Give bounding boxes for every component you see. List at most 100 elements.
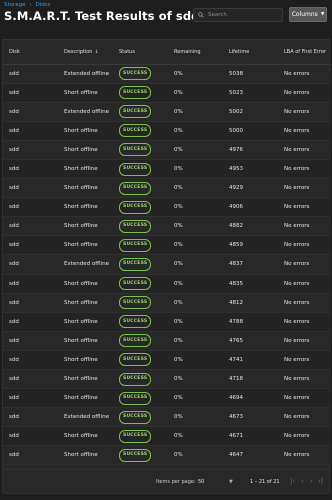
cell-remaining: 0%: [168, 407, 223, 428]
chevron-down-icon[interactable]: ▼: [229, 479, 233, 485]
cell-lba-first-error: No errors: [278, 159, 331, 180]
smart-results-table: Disk Description ↓ Status Remaining Lifet…: [3, 40, 331, 466]
cell-status: SUCCESS: [113, 426, 168, 447]
cell-disk: sdd: [3, 407, 58, 428]
table-row: sdd Short offline SUCCESS 0% 4741 No errors: [3, 350, 331, 371]
cell-description: Short offline: [58, 388, 113, 409]
status-badge: SUCCESS: [119, 353, 152, 367]
cell-remaining: 0%: [168, 312, 223, 332]
status-badge: SUCCESS: [119, 257, 152, 271]
cell-description: Extended offline: [58, 64, 113, 84]
cell-status: SUCCESS: [113, 312, 168, 332]
cell-status: SUCCESS: [113, 445, 168, 466]
cell-status: SUCCESS: [113, 350, 168, 371]
cell-description: Extended offline: [58, 254, 113, 275]
cell-description: Short offline: [58, 426, 113, 447]
status-badge: SUCCESS: [119, 410, 152, 424]
cell-disk: sdd: [3, 331, 58, 351]
table-row: sdd Short offline SUCCESS 0% 4882 No errors: [3, 216, 331, 237]
cell-lifetime: 5002: [223, 102, 278, 122]
cell-remaining: 0%: [168, 426, 223, 447]
cell-remaining: 0%: [168, 350, 223, 371]
cell-remaining: 0%: [168, 445, 223, 466]
paginator: Items per page: 50 ▼ 1 – 21 of 21 |‹ ‹ ›…: [2, 470, 330, 494]
cell-lifetime: 4929: [223, 178, 278, 199]
cell-remaining: 0%: [168, 102, 223, 122]
breadcrumb-disks-link[interactable]: Disks: [36, 2, 51, 8]
cell-status: SUCCESS: [113, 121, 168, 141]
cell-lifetime: 4741: [223, 350, 278, 371]
status-badge: SUCCESS: [119, 448, 152, 462]
table-row: sdd Short offline SUCCESS 0% 5023 No errors: [3, 83, 331, 103]
cell-disk: sdd: [3, 140, 58, 160]
chevron-down-icon: ▼: [320, 12, 325, 17]
items-per-page-select[interactable]: 50: [198, 479, 204, 485]
status-badge: SUCCESS: [119, 181, 152, 195]
column-header-status[interactable]: Status: [113, 40, 168, 65]
cell-lba-first-error: No errors: [278, 369, 331, 390]
first-page-icon[interactable]: |‹: [290, 478, 295, 485]
table-row: sdd Short offline SUCCESS 0% 4835 No errors: [3, 274, 331, 294]
cell-disk: sdd: [3, 369, 58, 390]
status-badge: SUCCESS: [119, 143, 152, 157]
cell-remaining: 0%: [168, 121, 223, 141]
status-badge: SUCCESS: [119, 429, 152, 443]
column-header-remaining[interactable]: Remaining: [168, 40, 223, 65]
cell-lifetime: 5000: [223, 121, 278, 141]
previous-page-icon[interactable]: ‹: [301, 478, 304, 485]
sort-arrow-down-icon: ↓: [94, 48, 99, 55]
page-range-label: 1 – 21 of 21: [250, 479, 280, 485]
cell-lifetime: 5038: [223, 64, 278, 84]
cell-disk: sdd: [3, 312, 58, 332]
cell-disk: sdd: [3, 102, 58, 122]
search-box[interactable]: [193, 8, 283, 22]
cell-lifetime: 4671: [223, 426, 278, 447]
cell-description: Short offline: [58, 369, 113, 390]
column-header-disk[interactable]: Disk: [3, 40, 58, 65]
table-row: sdd Short offline SUCCESS 0% 4906 No errors: [3, 197, 331, 218]
cell-disk: sdd: [3, 216, 58, 237]
cell-lifetime: 5023: [223, 83, 278, 103]
breadcrumb-storage-link[interactable]: Storage: [4, 2, 26, 8]
cell-remaining: 0%: [168, 64, 223, 84]
table-row: sdd Extended offline SUCCESS 0% 5002 No error…: [3, 102, 331, 122]
table-row: sdd Short offline SUCCESS 0% 4694 No errors: [3, 388, 331, 409]
status-badge: SUCCESS: [119, 86, 152, 100]
cell-status: SUCCESS: [113, 274, 168, 294]
cell-status: SUCCESS: [113, 197, 168, 218]
cell-disk: sdd: [3, 293, 58, 313]
cell-lifetime: 4788: [223, 312, 278, 332]
cell-lifetime: 4976: [223, 140, 278, 160]
cell-disk: sdd: [3, 159, 58, 180]
cell-remaining: 0%: [168, 178, 223, 199]
search-icon: [198, 12, 204, 18]
cell-remaining: 0%: [168, 83, 223, 103]
cell-lifetime: 4647: [223, 445, 278, 466]
search-input[interactable]: [208, 12, 278, 18]
column-header-lba[interactable]: LBA of First Error: [278, 40, 331, 65]
columns-button-label: Columns: [291, 11, 318, 18]
cell-disk: sdd: [3, 426, 58, 447]
table-row: sdd Short offline SUCCESS 0% 4859 No errors: [3, 235, 331, 256]
column-header-lifetime[interactable]: Lifetime: [223, 40, 278, 65]
cell-lba-first-error: No errors: [278, 445, 331, 466]
column-header-description[interactable]: Description ↓: [58, 40, 113, 65]
cell-lba-first-error: No errors: [278, 197, 331, 218]
columns-button[interactable]: Columns ▼: [289, 7, 327, 22]
results-table-card: Disk Description ↓ Status Remaining Lifet…: [2, 39, 331, 470]
table-row: sdd Extended offline SUCCESS 0% 4837 No error…: [3, 254, 331, 275]
next-page-icon[interactable]: ›: [310, 478, 313, 485]
cell-description: Short offline: [58, 235, 113, 256]
cell-lba-first-error: No errors: [278, 274, 331, 294]
cell-remaining: 0%: [168, 331, 223, 351]
cell-lifetime: 4673: [223, 407, 278, 428]
status-badge: SUCCESS: [119, 67, 152, 81]
table-row: sdd Short offline SUCCESS 0% 4647 No errors: [3, 445, 331, 466]
cell-status: SUCCESS: [113, 102, 168, 122]
status-badge: SUCCESS: [119, 334, 152, 348]
status-badge: SUCCESS: [119, 238, 152, 252]
last-page-icon[interactable]: ›|: [318, 478, 323, 485]
cell-status: SUCCESS: [113, 388, 168, 409]
cell-disk: sdd: [3, 235, 58, 256]
cell-status: SUCCESS: [113, 159, 168, 180]
